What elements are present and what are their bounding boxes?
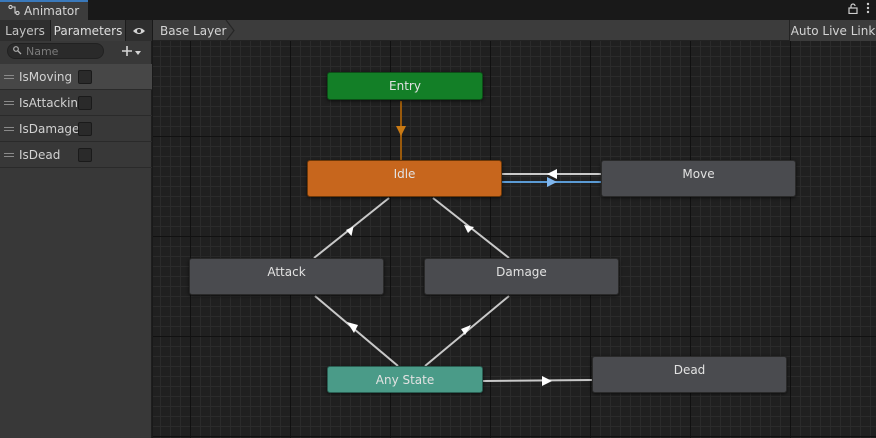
window-titlebar: Animator [0,0,876,20]
panel-tabs: Layers Parameters [0,20,152,41]
state-entry[interactable]: Entry [327,72,483,100]
state-dead[interactable]: Dead [592,356,787,393]
animator-icon [8,4,20,19]
parameter-name[interactable]: IsDamage [19,122,79,136]
breadcrumb-separator-icon [225,19,237,44]
parameter-name[interactable]: IsAttackin [19,96,79,110]
state-label: Damage [496,264,547,279]
drag-handle-icon[interactable] [4,126,14,131]
parameter-checkbox[interactable] [78,70,92,84]
transition-anystate-damage[interactable] [424,295,510,367]
left-panel: Layers Parameters IsMoving [0,20,152,438]
plus-icon [121,45,133,60]
add-parameter-button[interactable] [121,43,149,61]
transition-entry-idle[interactable] [396,101,406,160]
state-move[interactable]: Move [601,160,796,197]
state-label: Entry [389,79,421,93]
chevron-down-icon [134,45,142,59]
transition-attack-idle[interactable] [313,197,390,259]
state-label: Move [682,166,715,181]
auto-live-link-button[interactable]: Auto Live Link [789,20,876,41]
state-attack[interactable]: Attack [189,258,384,295]
transition-anystate-dead[interactable] [482,376,594,386]
state-any-state[interactable]: Any State [327,366,483,393]
state-label: Dead [673,362,706,377]
drag-handle-icon[interactable] [4,74,14,79]
state-machine-graph[interactable]: Base Layer Auto Live Link Entry Idle Mov… [153,19,876,438]
parameter-checkbox[interactable] [78,122,92,136]
parameter-row[interactable]: IsDead [0,142,152,168]
search-row [0,41,152,63]
drag-handle-icon[interactable] [4,152,14,157]
search-input[interactable] [26,44,102,58]
breadcrumb-layer[interactable]: Base Layer [160,24,227,38]
graph-toolbar: Base Layer Auto Live Link [153,19,876,44]
state-damage[interactable]: Damage [424,258,619,295]
tab-parameters[interactable]: Parameters [51,20,126,41]
transition-idle-move[interactable] [502,177,601,187]
parameter-search [7,43,104,59]
transition-anystate-attack[interactable] [314,295,399,367]
parameter-list: IsMoving IsAttackin IsDamage IsDead [0,64,152,168]
transition-damage-idle[interactable] [432,197,510,259]
eye-icon[interactable] [126,20,152,41]
parameter-row[interactable]: IsAttackin [0,90,152,116]
animator-window-tab[interactable]: Animator [0,0,88,20]
search-icon [13,44,22,58]
more-options-icon[interactable] [866,2,870,17]
drag-handle-icon[interactable] [4,100,14,105]
transition-move-idle[interactable] [502,169,601,179]
parameter-row[interactable]: IsDamage [0,116,152,142]
state-label: Any State [375,372,435,387]
tab-layers[interactable]: Layers [0,20,51,41]
parameter-name[interactable]: IsMoving [19,70,79,84]
parameter-row[interactable]: IsMoving [0,64,152,90]
state-idle[interactable]: Idle [307,160,502,197]
state-label: Idle [393,166,416,181]
window-title: Animator [24,4,80,18]
parameter-name[interactable]: IsDead [19,148,79,162]
parameter-checkbox[interactable] [78,148,92,162]
state-label: Attack [267,264,306,279]
lock-icon[interactable] [848,2,858,17]
parameter-checkbox[interactable] [78,96,92,110]
